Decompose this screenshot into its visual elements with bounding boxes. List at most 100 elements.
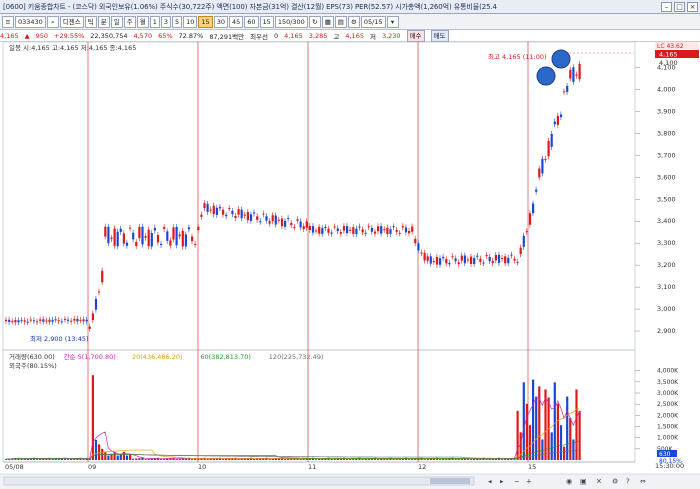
refresh-icon[interactable]: ↻ xyxy=(308,15,321,28)
toolbar: ≡ 033430 ⌕ 디젠스 틱 분 일 주 월 1 3 5 10 15 30 … xyxy=(0,14,700,30)
candle-body xyxy=(91,313,94,321)
volume-bar xyxy=(346,459,349,460)
scroll-right-icon[interactable]: ▸ xyxy=(500,478,504,486)
candle-body xyxy=(377,226,380,232)
stock-code-input[interactable]: 033430 xyxy=(15,15,46,28)
interval-15[interactable]: 15 xyxy=(198,15,213,28)
volume-bar xyxy=(287,458,290,460)
date-field[interactable]: 05/15 xyxy=(360,15,386,28)
interval-30[interactable]: 30 xyxy=(213,15,228,28)
volume-bar xyxy=(94,439,98,460)
volume-bar xyxy=(553,382,556,460)
horizontal-scrollbar[interactable] xyxy=(3,476,475,486)
interval-5[interactable]: 5 xyxy=(171,15,183,28)
price-axis-label: 3,900 xyxy=(657,107,676,115)
candle-body xyxy=(380,226,383,234)
interval-minute[interactable]: 분 xyxy=(97,15,110,28)
candle-body xyxy=(51,320,54,322)
candle-body xyxy=(42,319,45,322)
menu-icon[interactable]: ≡ xyxy=(2,15,14,28)
candle-body xyxy=(246,212,249,221)
interval-month[interactable]: 월 xyxy=(136,15,149,28)
maximize-button[interactable]: □ xyxy=(674,2,685,12)
turnover-value: 72.87% xyxy=(178,31,204,40)
candle-body xyxy=(48,319,51,322)
print-icon[interactable]: ▣ xyxy=(580,478,587,486)
zoom-in-icon[interactable]: + xyxy=(526,478,532,486)
close-button[interactable]: × xyxy=(687,2,698,12)
candle-body xyxy=(497,254,501,263)
candle-body xyxy=(401,226,404,228)
candle-body xyxy=(119,228,122,232)
camera-icon[interactable]: ◉ xyxy=(566,478,572,486)
shares-value: 0 xyxy=(274,31,279,40)
grid-icon[interactable]: ▦ xyxy=(321,15,334,28)
candle-body xyxy=(466,259,470,261)
volume-tag: 630 xyxy=(659,451,671,458)
volume-bar xyxy=(191,459,194,460)
candle-body xyxy=(330,232,333,234)
interval-60[interactable]: 60 xyxy=(244,15,259,28)
volume-axis-label: 3,000K xyxy=(657,390,679,397)
volume-axis-label: 4,000K xyxy=(657,368,679,375)
candle-body xyxy=(417,243,420,251)
volume-bar xyxy=(135,458,138,460)
chart-area[interactable]: 일봉 시:4,165 고:4,165 저:4,165 종:4,165 최고 4,… xyxy=(0,42,700,489)
candle-body xyxy=(79,319,82,321)
interval-45[interactable]: 45 xyxy=(228,15,244,28)
settings-icon[interactable]: ⚙ xyxy=(347,15,360,28)
interval-day[interactable]: 일 xyxy=(110,15,123,28)
calendar-icon[interactable]: ▾ xyxy=(386,15,399,28)
candle-body xyxy=(197,226,200,230)
minimize-button[interactable]: – xyxy=(661,2,672,12)
expand-icon[interactable]: ⇔ xyxy=(640,478,646,486)
candle-body xyxy=(445,258,448,264)
candle-body xyxy=(324,226,327,229)
cross-icon[interactable]: ✕ xyxy=(596,478,602,486)
candle-body xyxy=(349,229,352,231)
candle-body xyxy=(175,226,178,246)
scroll-left-icon[interactable]: ◂ xyxy=(488,478,492,486)
candle-body xyxy=(144,236,147,238)
sell-button[interactable]: 매도 xyxy=(430,29,449,42)
candle-body xyxy=(228,207,231,209)
candle-body xyxy=(63,319,67,321)
interval-week[interactable]: 주 xyxy=(123,15,136,28)
highlight-circle-2 xyxy=(536,66,556,86)
volume-bar xyxy=(333,458,336,460)
volume-bar xyxy=(532,379,535,460)
stock-name[interactable]: 디젠스 xyxy=(59,15,84,28)
candle-body xyxy=(203,203,206,209)
candle-body xyxy=(169,240,172,246)
help-icon[interactable]: ? xyxy=(626,478,630,486)
volume-bar xyxy=(240,458,243,460)
interval-10[interactable]: 10 xyxy=(183,15,198,28)
ohlc-open: 4,165 xyxy=(284,31,303,40)
interval-tick[interactable]: 틱 xyxy=(84,15,97,28)
scrollbar-thumb[interactable] xyxy=(430,478,470,484)
zoom-out-icon[interactable]: − xyxy=(514,478,520,486)
volume-bar xyxy=(504,458,507,460)
settings-gear-icon[interactable]: ⚙ xyxy=(612,478,618,486)
candle-body xyxy=(432,261,435,263)
candle-body xyxy=(107,226,110,244)
volume-bar xyxy=(522,382,525,460)
price-axis-label: 3,200 xyxy=(657,261,676,269)
candle-body xyxy=(528,213,532,225)
high-value: 4,570 xyxy=(133,31,153,40)
count-select[interactable]: 15 xyxy=(259,15,274,28)
candle-body xyxy=(67,319,70,321)
candle-body xyxy=(373,231,377,234)
count-total: 150/300 xyxy=(274,15,308,28)
volume-bar xyxy=(349,458,352,460)
candle-body xyxy=(284,220,287,227)
interval-1[interactable]: 1 xyxy=(149,15,160,28)
search-icon[interactable]: ⌕ xyxy=(46,15,59,28)
volume-bar xyxy=(575,389,578,460)
chart-icon[interactable]: ▤ xyxy=(334,15,347,28)
candle-body xyxy=(510,254,513,256)
interval-3[interactable]: 3 xyxy=(160,15,171,28)
volume-bar xyxy=(268,459,271,460)
buy-button[interactable]: 매수 xyxy=(406,29,425,42)
candle-body xyxy=(160,243,163,245)
